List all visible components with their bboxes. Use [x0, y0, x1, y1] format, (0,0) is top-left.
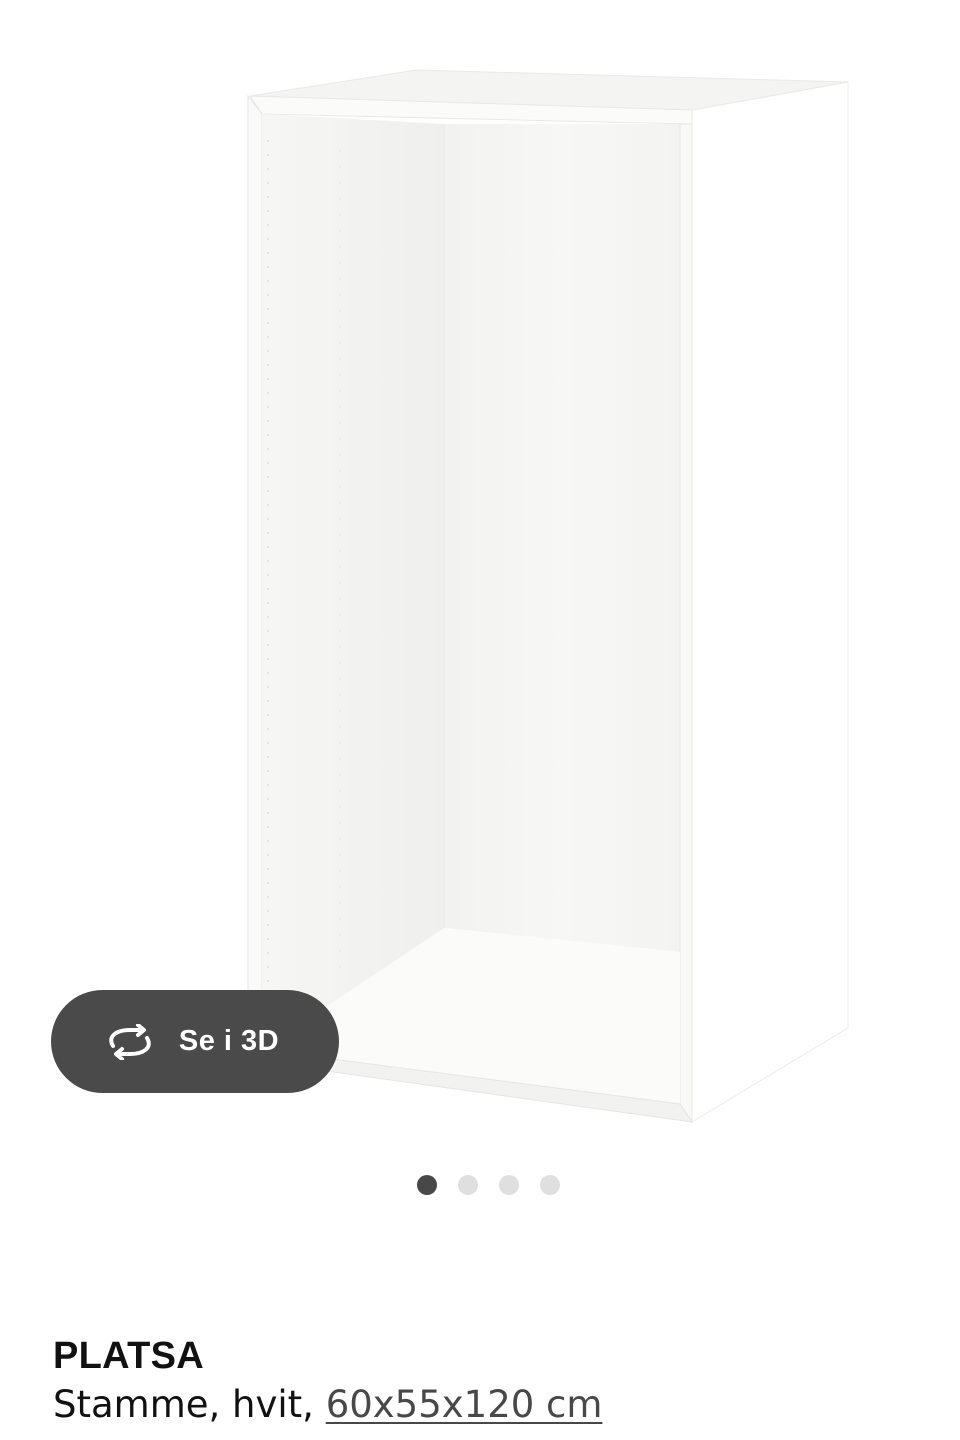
pagination-dot-3[interactable]	[498, 1175, 519, 1195]
pagination-dot-4[interactable]	[539, 1175, 560, 1195]
pagination-dot-2[interactable]	[457, 1175, 478, 1195]
view-in-3d-button[interactable]: Se i 3D	[51, 990, 339, 1093]
product-size-link[interactable]: 60x55x120 cm	[326, 1383, 603, 1426]
product-description-text: Stamme, hvit,	[53, 1383, 326, 1426]
product-info: PLATSA Stamme, hvit, 60x55x120 cm	[53, 1332, 602, 1430]
product-page: Se i 3D PLATSA Stamme, hvit, 60x55x120 c…	[0, 0, 960, 1440]
pagination-dot-1[interactable]	[416, 1175, 437, 1195]
gallery-pagination	[0, 1175, 960, 1195]
product-image	[247, 69, 849, 1124]
rotate-3d-icon	[103, 1022, 157, 1062]
product-gallery[interactable]: Se i 3D	[0, 0, 960, 1230]
view-in-3d-label: Se i 3D	[178, 1025, 280, 1057]
product-description: Stamme, hvit, 60x55x120 cm	[53, 1380, 602, 1430]
product-name: PLATSA	[53, 1335, 204, 1377]
